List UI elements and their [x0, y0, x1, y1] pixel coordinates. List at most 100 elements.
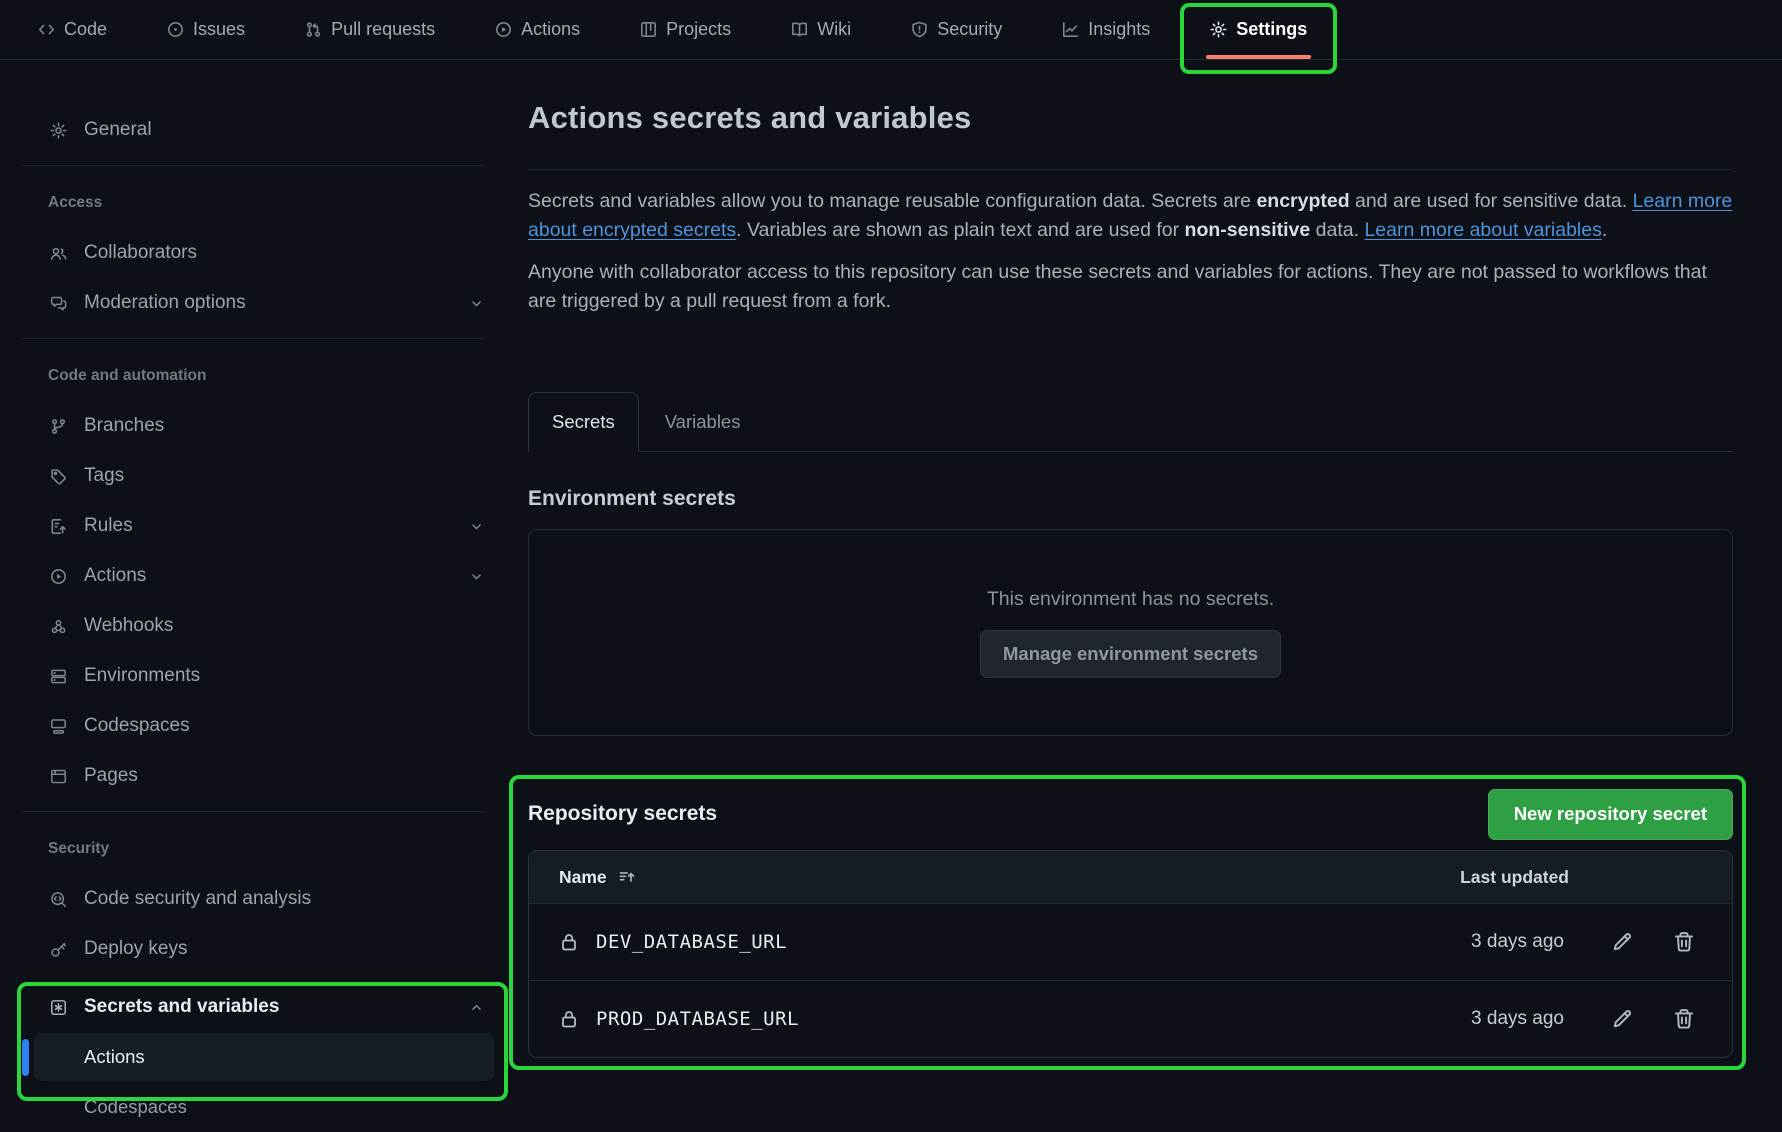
code-scan-icon — [50, 891, 67, 908]
chevron-down-icon — [469, 519, 484, 534]
empty-state-text: This environment has no secrets. — [987, 588, 1274, 611]
tab-label: Insights — [1088, 19, 1150, 40]
table-row: PROD_DATABASE_URL 3 days ago — [529, 980, 1732, 1057]
sidebar-item-label: Rules — [84, 515, 133, 537]
git-pull-request-icon — [305, 21, 322, 38]
delete-secret-button[interactable] — [1672, 930, 1696, 954]
divider — [528, 169, 1733, 170]
new-repository-secret-button[interactable]: New repository secret — [1488, 789, 1733, 840]
tab-label: Wiki — [817, 19, 851, 40]
repository-secrets-table: Name Last updated DEV_DATABASE_URL 3 day… — [528, 850, 1733, 1058]
environment-secrets-box: This environment has no secrets. Manage … — [528, 529, 1733, 736]
play-icon — [50, 568, 67, 585]
sidebar-item-collaborators[interactable]: Collaborators — [0, 228, 508, 278]
sidebar-item-moderation-options[interactable]: Moderation options — [0, 278, 508, 328]
column-header-last-updated: Last updated — [1419, 867, 1569, 888]
intro-paragraph: Secrets and variables allow you to manag… — [528, 187, 1733, 245]
sidebar-item-actions[interactable]: Actions — [0, 551, 508, 601]
sidebar-item-label: Environments — [84, 665, 200, 687]
sidebar-item-codespaces[interactable]: Codespaces — [0, 701, 508, 751]
secrets-and-variables-group: Secrets and variables Actions — [0, 982, 508, 1082]
tab-label: Code — [64, 19, 107, 40]
sidebar-item-code-security[interactable]: Code security and analysis — [0, 874, 508, 924]
manage-environment-secrets-button[interactable]: Manage environment secrets — [980, 630, 1281, 678]
tab-wiki[interactable]: Wiki — [777, 10, 865, 49]
bold-non-sensitive: non-sensitive — [1185, 219, 1311, 241]
sidebar-item-label: Branches — [84, 415, 164, 437]
sidebar-section-security: Security — [0, 824, 508, 874]
intro-text: . — [1602, 219, 1607, 241]
sidebar-subitem-actions-selected[interactable]: Actions — [0, 1032, 508, 1082]
last-updated-value: 3 days ago — [1414, 1008, 1564, 1030]
tab-secrets[interactable]: Secrets — [528, 392, 639, 452]
sidebar-item-label: Codespaces — [84, 715, 190, 737]
sidebar-item-webhooks[interactable]: Webhooks — [0, 601, 508, 651]
sidebar-item-label: Moderation options — [84, 292, 246, 314]
tab-projects[interactable]: Projects — [626, 10, 745, 49]
book-icon — [791, 21, 808, 38]
row-actions — [1610, 1007, 1696, 1031]
sidebar-item-label: General — [84, 119, 152, 141]
sort-ascending-icon[interactable] — [618, 868, 636, 886]
sidebar-item-branches[interactable]: Branches — [0, 401, 508, 451]
tab-settings[interactable]: Settings — [1196, 10, 1321, 49]
sidebar-item-label: Actions — [84, 565, 146, 587]
chevron-down-icon — [469, 569, 484, 584]
sidebar-item-label: Secrets and variables — [84, 996, 279, 1018]
sidebar-item-label: Collaborators — [84, 242, 197, 264]
row-actions — [1610, 930, 1696, 954]
column-header-name: Name — [559, 867, 607, 888]
pencil-icon — [1610, 1007, 1634, 1031]
environment-secrets-heading: Environment secrets — [528, 487, 1733, 511]
sidebar-item-label: Deploy keys — [84, 938, 188, 960]
sidebar-item-environments[interactable]: Environments — [0, 651, 508, 701]
edit-secret-button[interactable] — [1610, 930, 1634, 954]
project-table-icon — [640, 21, 657, 38]
shield-icon — [911, 21, 928, 38]
sidebar-item-rules[interactable]: Rules — [0, 501, 508, 551]
tab-label: Pull requests — [331, 19, 435, 40]
browser-icon — [50, 768, 67, 785]
intro-text: Secrets and variables allow you to manag… — [528, 190, 1256, 212]
last-updated-value: 3 days ago — [1414, 931, 1564, 953]
lock-icon — [559, 1009, 579, 1029]
sidebar-item-pages[interactable]: Pages — [0, 751, 508, 801]
tab-label: Projects — [666, 19, 731, 40]
repo-tab-bar: Code Issues Pull requests Actions Projec… — [0, 0, 1782, 60]
repository-secrets-section: Repository secrets New repository secret… — [528, 788, 1733, 1058]
tab-actions[interactable]: Actions — [481, 10, 594, 49]
delete-secret-button[interactable] — [1672, 1007, 1696, 1031]
tag-icon — [50, 468, 67, 485]
sidebar-item-tags[interactable]: Tags — [0, 451, 508, 501]
gear-icon — [50, 122, 67, 139]
tab-label: Issues — [193, 19, 245, 40]
sidebar-item-label: Code security and analysis — [84, 888, 311, 910]
tab-insights[interactable]: Insights — [1048, 10, 1164, 49]
tab-security[interactable]: Security — [897, 10, 1016, 49]
sidebar-item-deploy-keys[interactable]: Deploy keys — [0, 924, 508, 974]
link-variables[interactable]: Learn more about variables — [1364, 219, 1601, 241]
intro-text: data. — [1310, 219, 1364, 241]
codespaces-icon — [50, 718, 67, 735]
tab-variables[interactable]: Variables — [639, 392, 767, 451]
edit-secret-button[interactable] — [1610, 1007, 1634, 1031]
repository-secrets-header: Repository secrets New repository secret — [528, 788, 1733, 840]
sidebar-section-access: Access — [0, 178, 508, 228]
sidebar-item-secrets-and-variables[interactable]: Secrets and variables — [0, 982, 508, 1032]
sidebar-item-label: Pages — [84, 765, 138, 787]
divider — [22, 165, 486, 166]
table-row: DEV_DATABASE_URL 3 days ago — [529, 903, 1732, 980]
tab-label: Actions — [521, 19, 580, 40]
trash-icon — [1672, 1007, 1696, 1031]
people-icon — [50, 245, 67, 262]
secrets-variables-tabnav: Secrets Variables — [528, 392, 1733, 452]
sidebar-item-label: Webhooks — [84, 615, 173, 637]
play-icon — [495, 21, 512, 38]
tab-code[interactable]: Code — [24, 10, 121, 49]
comment-discussion-icon — [50, 295, 67, 312]
sidebar-item-general[interactable]: General — [0, 105, 508, 155]
sidebar-subitem-codespaces[interactable]: Codespaces — [0, 1082, 508, 1132]
settings-sidebar: General Access Collaborators Moderation … — [0, 60, 508, 1132]
tab-pull-requests[interactable]: Pull requests — [291, 10, 449, 49]
tab-issues[interactable]: Issues — [153, 10, 259, 49]
